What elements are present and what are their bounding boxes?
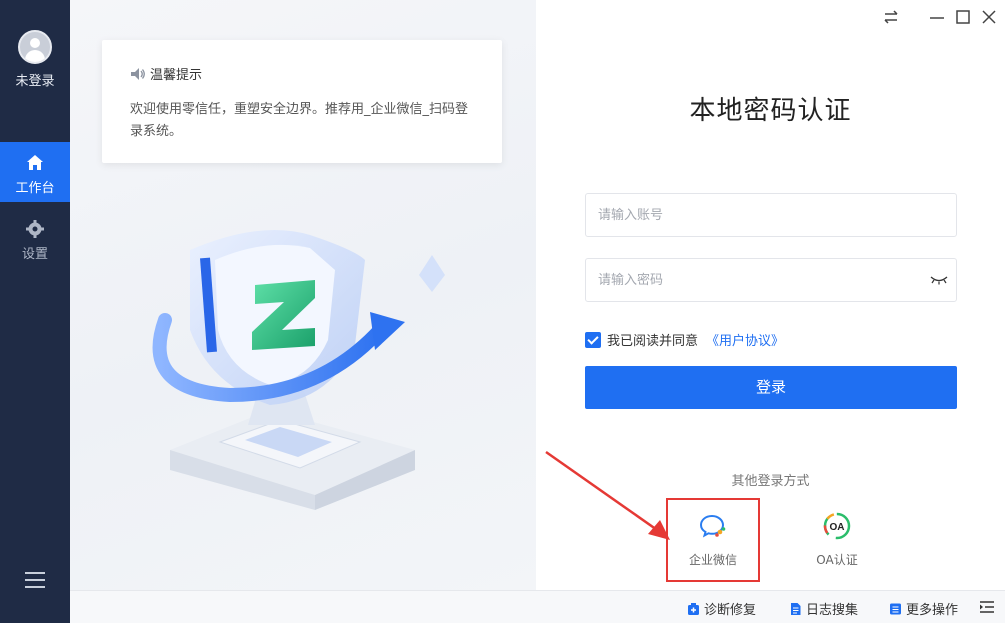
oa-login-button[interactable]: OA OA认证 bbox=[792, 505, 882, 568]
swap-icon[interactable] bbox=[882, 8, 900, 26]
tip-body: 欢迎使用零信任，重塑安全边界。推荐用_企业微信_扫码登录系统。 bbox=[130, 102, 469, 139]
annotation-highlight-box bbox=[666, 498, 760, 582]
bottom-item-label: 诊断修复 bbox=[704, 603, 757, 618]
user-profile[interactable]: 未登录 bbox=[0, 30, 70, 89]
close-icon[interactable] bbox=[980, 8, 998, 26]
security-shield-illustration bbox=[152, 230, 445, 510]
minimize-icon[interactable] bbox=[928, 8, 946, 26]
sidebar: 未登录 工作台 设置 bbox=[0, 0, 70, 623]
login-panel: 本地密码认证 我已阅读并同意 《用户协议》 登录 其他登录方式 企业微信 OA … bbox=[536, 0, 1005, 590]
sidebar-item-workbench[interactable]: 工作台 bbox=[0, 142, 70, 202]
bottom-item-label: 更多操作 bbox=[906, 603, 959, 618]
hamburger-icon[interactable] bbox=[25, 572, 45, 588]
sidebar-item-label: 工作台 bbox=[15, 181, 55, 196]
repair-icon bbox=[688, 602, 699, 615]
home-icon bbox=[27, 155, 43, 170]
oa-icon: OA bbox=[823, 512, 851, 540]
more-actions-button[interactable]: 更多操作 bbox=[889, 599, 958, 618]
log-collect-button[interactable]: 日志搜集 bbox=[789, 599, 858, 618]
bottom-item-label: 日志搜集 bbox=[806, 603, 859, 618]
svg-text:OA: OA bbox=[830, 522, 845, 533]
agreement-row: 我已阅读并同意 《用户协议》 bbox=[585, 330, 784, 349]
gear-icon bbox=[26, 220, 44, 238]
agreement-checkbox[interactable] bbox=[585, 331, 601, 348]
tip-header: 温馨提示 bbox=[130, 64, 474, 83]
password-input[interactable] bbox=[585, 258, 957, 302]
maximize-icon[interactable] bbox=[954, 8, 972, 26]
user-agreement-link[interactable]: 《用户协议》 bbox=[706, 330, 784, 349]
oa-login-label: OA认证 bbox=[816, 553, 858, 567]
log-icon bbox=[791, 602, 801, 615]
sidebar-item-label: 设置 bbox=[21, 247, 48, 262]
login-status-label: 未登录 bbox=[15, 74, 55, 89]
sidebar-item-settings[interactable]: 设置 bbox=[0, 208, 70, 268]
account-input[interactable] bbox=[585, 193, 957, 237]
other-login-title: 其他登录方式 bbox=[731, 474, 810, 489]
diagnose-repair-button[interactable]: 诊断修复 bbox=[687, 599, 756, 618]
page-title: 本地密码认证 bbox=[689, 96, 852, 126]
tip-title: 温馨提示 bbox=[150, 68, 203, 83]
avatar[interactable] bbox=[18, 30, 52, 64]
agreement-label: 我已阅读并同意 bbox=[607, 334, 699, 349]
speaker-icon bbox=[131, 67, 145, 80]
hide-password-icon[interactable] bbox=[930, 275, 948, 285]
bottom-toolbar: 诊断修复 日志搜集 更多操作 bbox=[70, 590, 1005, 623]
tip-card: 温馨提示 欢迎使用零信任，重塑安全边界。推荐用_企业微信_扫码登录系统。 bbox=[102, 40, 502, 163]
more-icon bbox=[890, 603, 901, 614]
login-button[interactable]: 登录 bbox=[585, 366, 957, 409]
menu-icon[interactable] bbox=[979, 600, 995, 614]
